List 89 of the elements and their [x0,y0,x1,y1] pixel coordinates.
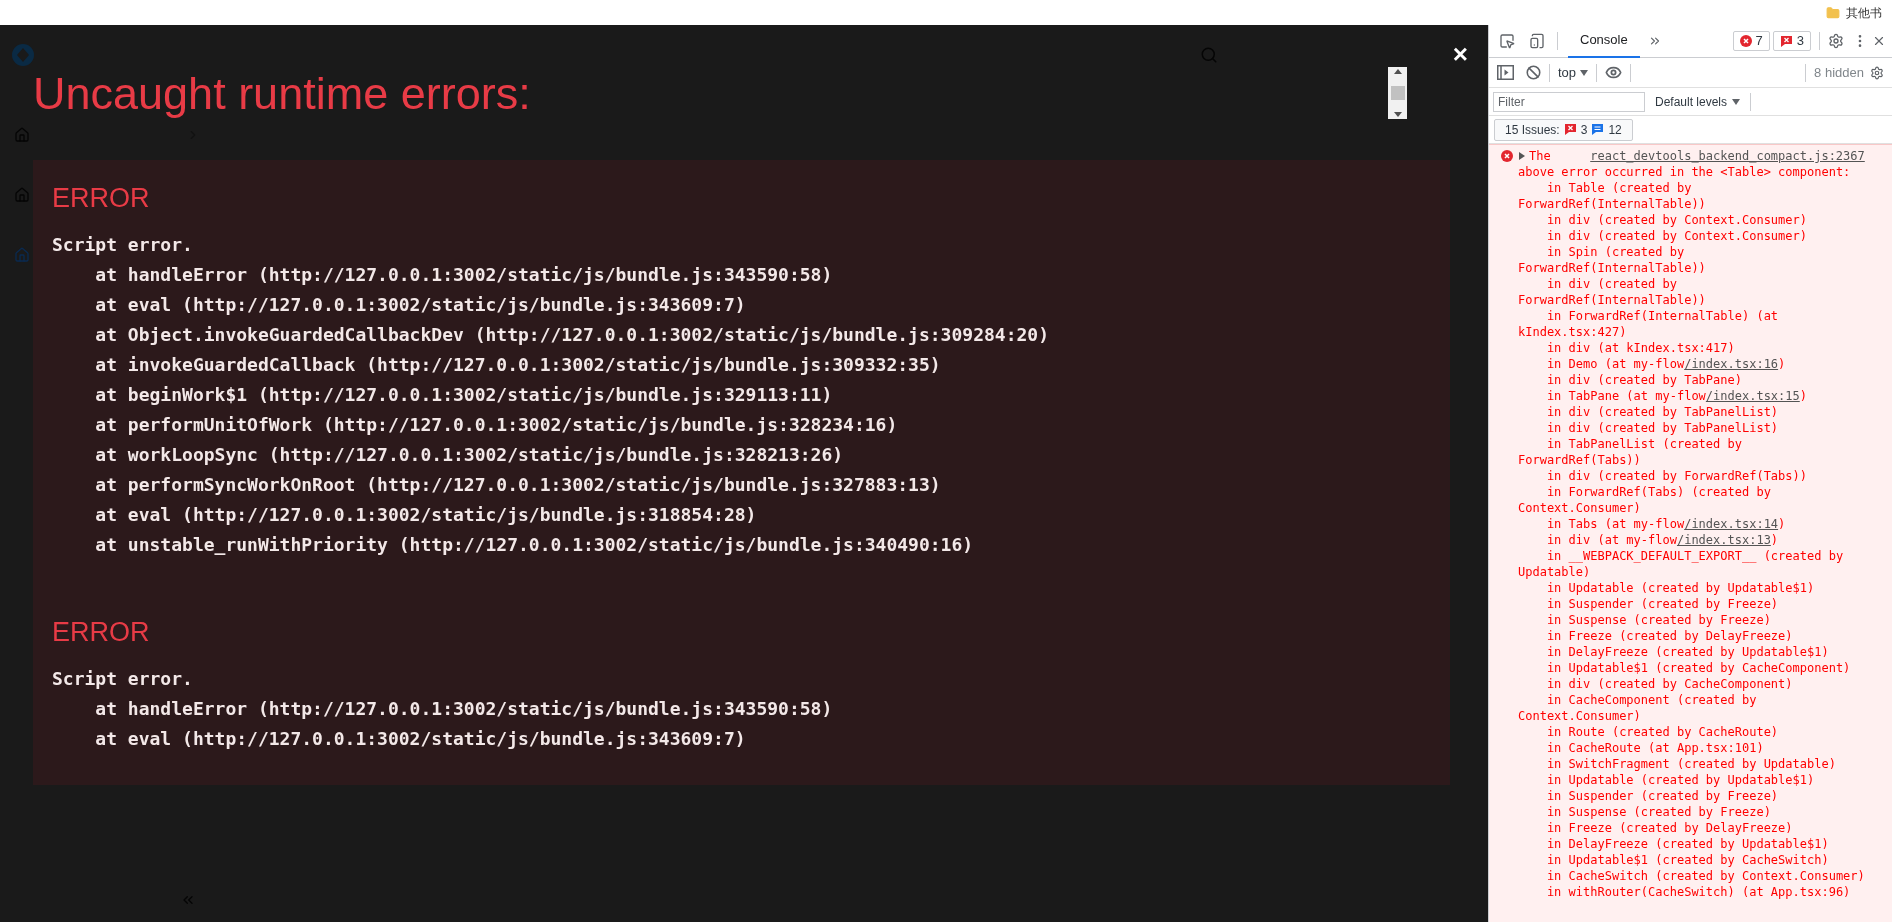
errors-counter[interactable]: 7 [1732,31,1770,51]
folder-icon [1826,5,1840,20]
stack-frame: at handleError (http://127.0.0.1:3002/static/js/bundle.js:343590:58) [95,694,833,724]
stack-frame: at eval (http://127.0.0.1:3002/static/js/bundle.js:343609:7) [95,724,746,754]
component-stack-line: in Tabs (at my-flow/index.tsx:14) [1545,516,1787,532]
component-stack-line: in Spin (created by ForwardRef(InternalTable)) [1518,244,1707,276]
component-stack-line: in div (created by ForwardRef(Tabs)) [1545,468,1808,484]
source-link[interactable]: /index.tsx:14 [1684,517,1779,531]
error-heading: ERROR [52,616,151,649]
source-link[interactable]: react_devtools_backend_compact.js:2367 [1590,148,1865,164]
filter-field[interactable]: Filter [1493,91,1645,112]
component-stack-line: in div (created by Context.Consumer) [1545,212,1808,228]
component-stack-line: in TabPane (at my-flow/index.tsx:15) [1545,388,1808,404]
stack-frame: at performUnitOfWork (http://127.0.0.1:3002/static/js/bundle.js:328234:16) [95,410,898,440]
stack-frame: at Object.invokeGuardedCallbackDev (http://127.0.0.1:3002/static/js/bundle.js:309284:20) [95,320,1049,350]
component-stack-line: in SwitchFragment (created by Updatable) [1545,756,1837,772]
component-stack-line: in ForwardRef(Tabs) (created by Context.Consumer) [1518,484,1772,516]
stack-frame: at beginWork$1 (http://127.0.0.1:3002/static/js/bundle.js:329113:11) [95,380,833,410]
component-stack-line: in CacheComponent (created by Context.Consumer) [1518,692,1758,724]
console-settings-icon[interactable] [1870,65,1884,80]
component-stack-line: in Freeze (created by DelayFreeze) [1545,820,1794,836]
context-dropdown[interactable]: top [1558,62,1589,83]
hidden-count: 8 hidden [1814,63,1864,82]
source-link[interactable]: /index.tsx:16 [1684,357,1779,371]
issues-button[interactable]: 15 Issues: 3 12 [1494,118,1633,141]
source-link[interactable]: /index.tsx:13 [1676,533,1771,547]
error-message: Script error. [52,233,193,257]
component-stack-line: in TabPanelList (created by ForwardRef(Tabs)) [1518,436,1743,468]
error-heading: ERROR [52,182,151,215]
scrollbar [1388,67,1407,119]
component-stack-line: in DelayFreeze (created by Updatable$1) [1545,644,1830,660]
device-toggle-icon[interactable] [1527,31,1547,51]
message-icon [1779,34,1793,48]
error-icon [1501,150,1513,162]
close-button[interactable]: × [1448,39,1472,69]
component-stack-line: in Freeze (created by DelayFreeze) [1545,628,1794,644]
component-stack-line: in div (at kIndex.tsx:417) [1545,340,1736,356]
stack-frame: at unstable_runWithPriority (http://127.0.0.1:3002/static/js/bundle.js:340490:16) [95,530,974,560]
component-stack-line: in div (created by ForwardRef(InternalTable)) [1518,276,1707,308]
home-icon [14,247,30,263]
live-expression-icon[interactable] [1605,64,1623,81]
log-message: above error occurred in the <Table> component: [1518,164,1852,180]
component-stack-line: in ForwardRef(InternalTable) (at kIndex.tsx:427) [1518,308,1780,340]
source-link[interactable]: /index.tsx:15 [1705,389,1800,403]
logo-icon [12,44,34,66]
issues-counter[interactable]: 3 [1772,31,1811,51]
component-stack-line: in Route (created by CacheRoute) [1545,724,1780,740]
inspect-icon[interactable] [1497,31,1517,51]
component-stack-line: in Updatable (created by Updatable$1) [1545,580,1816,596]
component-stack-line: in div (at my-flow/index.tsx:13) [1545,532,1780,548]
close-icon[interactable] [1872,34,1886,48]
component-stack-line: in Table (created by ForwardRef(InternalTable)) [1518,180,1707,212]
component-stack-line: in div (created by CacheComponent) [1545,676,1794,692]
component-stack-line: in Updatable$1 (created by CacheComponent) [1545,660,1852,676]
overlay-title: Uncaught runtime errors: [33,67,531,121]
component-stack-line: in Suspense (created by Freeze) [1545,612,1772,628]
log-message: The [1529,148,1551,164]
component-stack-line: in Suspender (created by Freeze) [1545,596,1780,612]
component-stack-line: in withRouter(CacheSwitch) (at App.tsx:96) [1545,884,1852,900]
message-icon [1591,123,1605,136]
log-levels-dropdown[interactable]: Default levels [1655,92,1741,111]
error-icon [1739,35,1752,47]
component-stack-line: in Updatable$1 (created by CacheSwitch) [1545,852,1830,868]
bookmark-link[interactable]: 其他书 [1846,3,1882,22]
sidebar-toggle-icon[interactable] [1497,65,1514,80]
stack-frame: at performSyncWorkOnRoot (http://127.0.0.1:3002/static/js/bundle.js:327883:13) [95,470,941,500]
stack-frame: at invokeGuardedCallback (http://127.0.0.1:3002/static/js/bundle.js:309332:35) [95,350,941,380]
settings-icon[interactable] [1828,33,1844,49]
stack-frame: at handleError (http://127.0.0.1:3002/static/js/bundle.js:343590:58) [95,260,833,290]
component-stack-line: in CacheSwitch (created by Context.Consumer) [1545,868,1865,884]
devtools-tab[interactable]: Console [1568,24,1640,58]
stack-frame: at eval (http://127.0.0.1:3002/static/js/bundle.js:318854:28) [95,500,757,530]
stack-frame: at eval (http://127.0.0.1:3002/static/js/bundle.js:343609:7) [95,290,746,320]
component-stack-line: in DelayFreeze (created by Updatable$1) [1545,836,1830,852]
message-icon [1563,123,1577,136]
component-stack-line: in div (created by TabPanelList) [1545,420,1780,436]
component-stack-line: in div (created by Context.Consumer) [1545,228,1808,244]
component-stack-line: in Updatable (created by Updatable$1) [1545,772,1816,788]
error-message: Script error. [52,667,193,691]
component-stack-line: in Suspender (created by Freeze) [1545,788,1780,804]
stack-frame: at workLoopSync (http://127.0.0.1:3002/static/js/bundle.js:328213:26) [95,440,844,470]
component-stack-line: in div (created by TabPane) [1545,372,1743,388]
clear-console-icon[interactable] [1526,65,1541,80]
component-stack-line: in Demo (at my-flow/index.tsx:16) [1545,356,1787,372]
component-stack-line: in __WEBPACK_DEFAULT_EXPORT__ (created by Updatable) [1518,548,1845,580]
component-stack-line: in Suspense (created by Freeze) [1545,804,1772,820]
component-stack-line: in CacheRoute (at App.tsx:101) [1545,740,1765,756]
component-stack-line: in div (created by TabPanelList) [1545,404,1780,420]
expand-arrow-icon[interactable] [1518,152,1526,160]
